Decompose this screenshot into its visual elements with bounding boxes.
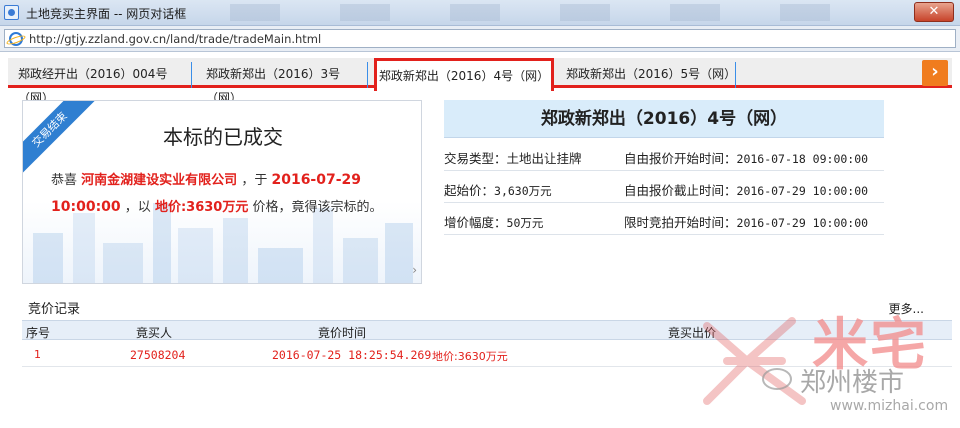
records-title: 竞价记录	[28, 302, 81, 317]
app-icon	[4, 5, 19, 20]
with-text: ，以	[124, 200, 151, 215]
info-label: 自由报价截止时间：2016-07-29 10:00:00	[624, 180, 868, 199]
watermark-url: www.mizhai.com	[830, 398, 949, 414]
winner-company: 河南金湖建设实业有限公司	[81, 173, 238, 188]
tail-text: 价格，竟得该宗标的。	[252, 200, 383, 215]
column-header: 竟买人	[136, 326, 173, 340]
browser-icon	[9, 32, 23, 46]
url-field[interactable]: http://gtjy.zzland.gov.cn/land/trade/tra…	[4, 29, 956, 48]
result-title: 本标的已成交	[163, 125, 283, 149]
info-label: 限时竞拍开始时间：2016-07-29 10:00:00	[624, 212, 868, 231]
info-label: 起始价：3,630万元	[444, 180, 552, 199]
tab-item[interactable]: 郑政新郑出（2016）3号（网）	[200, 62, 368, 105]
chevron-right-icon[interactable]: ›	[412, 263, 417, 277]
deal-time: 10:00:00	[51, 199, 121, 215]
timed-bid-start-label: 限时竞拍开始时间：	[624, 215, 737, 230]
start-price-label: 起始价：	[444, 183, 495, 198]
tab-item[interactable]: 郑政经开出（2016）004号（网）	[12, 62, 192, 105]
free-bid-end-label: 自由报价截止时间：	[624, 183, 737, 198]
increment-label: 增价幅度：	[444, 215, 507, 230]
row-bidder: 27508204	[130, 348, 186, 362]
info-heading: 郑政新郑出（2016）4号（网）	[444, 100, 884, 138]
trade-type: 交易类型：土地出让挂牌	[444, 151, 582, 166]
result-card: 交易结束 本标的已成交 恭喜 河南金湖建设实业有限公司 ，于 2016-07-2…	[22, 100, 422, 284]
window-title: 土地竞买主界面 -- 网页对话框	[26, 7, 187, 21]
free-bid-end-value: 2016-07-29 10:00:00	[736, 184, 869, 198]
tab-next-arrow-icon[interactable]: ›	[922, 60, 948, 86]
free-bid-start-value: 2016-07-18 09:00:00	[736, 152, 869, 166]
row-time: 2016-07-25 18:25:54.269	[272, 348, 432, 362]
column-header: 序号	[26, 326, 51, 340]
result-message: 恭喜 河南金湖建设实业有限公司 ，于 2016-07-29 10:00:00 ，…	[51, 167, 411, 221]
increment-value: 50万元	[506, 216, 544, 230]
row-no: 1	[34, 348, 41, 361]
deal-date: 2016-07-29	[271, 172, 362, 188]
url-text: http://gtjy.zzland.gov.cn/land/trade/tra…	[29, 32, 322, 46]
info-row: 起始价：3,630万元 自由报价截止时间：2016-07-29 10:00:00	[444, 172, 884, 203]
address-bar: http://gtjy.zzland.gov.cn/land/trade/tra…	[0, 26, 960, 52]
tab-item-active[interactable]: 郑政新郑出（2016）4号（网）	[374, 58, 554, 91]
info-label: 自由报价开始时间：2016-07-18 09:00:00	[624, 148, 868, 167]
titlebar-background-tabs	[190, 4, 870, 21]
column-header: 竟价时间	[318, 326, 367, 340]
info-row: 增价幅度：50万元 限时竞拍开始时间：2016-07-29 10:00:00	[444, 204, 884, 235]
info-row: 交易类型：土地出让挂牌 自由报价开始时间：2016-07-18 09:00:00	[444, 140, 884, 171]
deal-price: 地价:3630万元	[154, 200, 249, 215]
wechat-icon	[762, 368, 792, 390]
window-titlebar: 土地竞买主界面 -- 网页对话框 ✕	[0, 0, 960, 26]
row-price: 地价:3630万元	[432, 350, 508, 363]
info-label: 增价幅度：50万元	[444, 212, 543, 231]
close-button[interactable]: ✕	[914, 2, 954, 22]
free-bid-start-label: 自由报价开始时间：	[624, 151, 737, 166]
congrats-text: 恭喜	[51, 173, 78, 188]
tab-bar: 郑政经开出（2016）004号（网） 郑政新郑出（2016）3号（网） 郑政新郑…	[8, 58, 952, 105]
watermark-name: 郑州楼市	[800, 368, 905, 398]
timed-bid-start-value: 2016-07-29 10:00:00	[736, 216, 869, 230]
start-price-value: 3,630万元	[494, 184, 552, 198]
watermark-logo-icon	[703, 317, 806, 405]
tab-item[interactable]: 郑政新郑出（2016）5号（网）	[560, 62, 736, 88]
at-text: ，于	[241, 173, 268, 188]
